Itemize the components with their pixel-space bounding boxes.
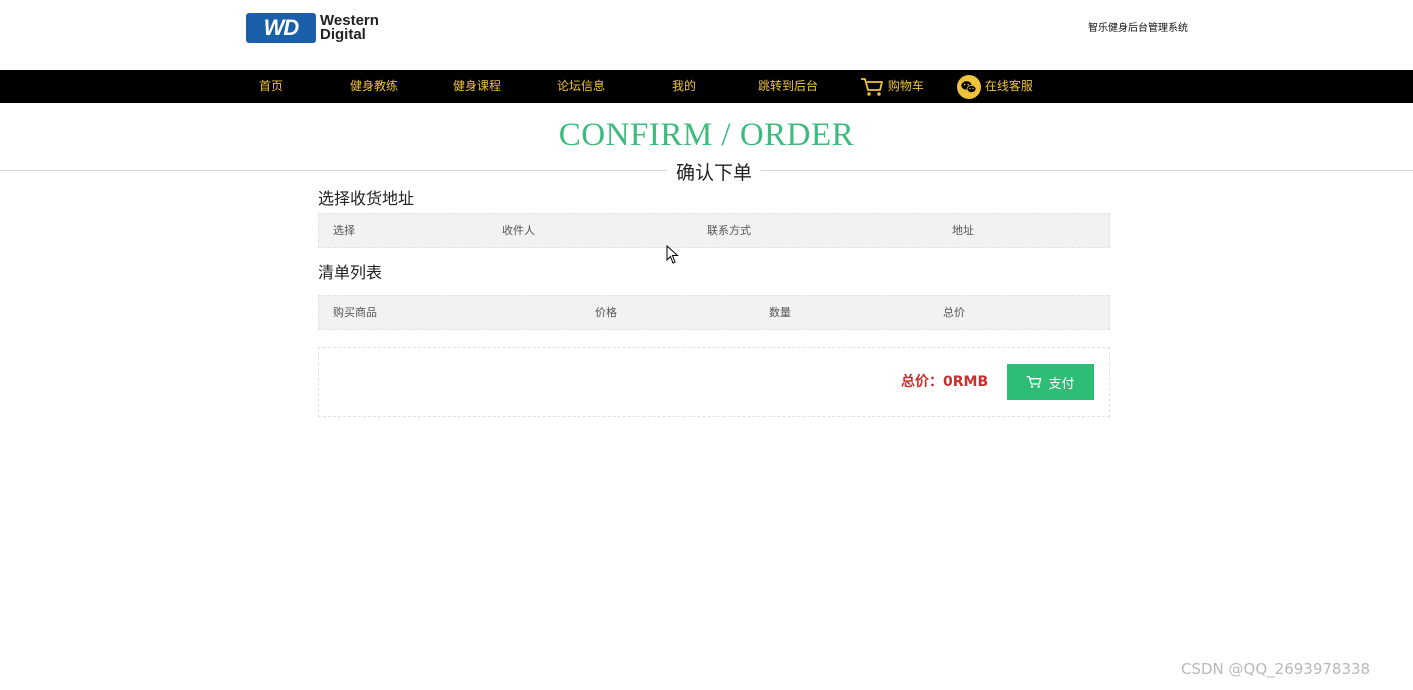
logo-line-2: Digital [320,26,366,43]
nav-mine[interactable]: 我的 [672,70,696,103]
items-col-total: 总价 [943,306,965,319]
address-section-title: 选择收货地址 [318,189,415,208]
items-table-header: 购买商品 价格 数量 总价 [318,295,1110,330]
address-col-contact: 联系方式 [707,224,751,237]
page-title: CONFIRM / ORDER [558,117,855,153]
items-col-price: 价格 [595,306,617,319]
brand-logo[interactable]: WD Western Digital [246,12,379,44]
logo-badge: WD [246,13,316,43]
items-col-quantity: 数量 [769,306,791,319]
cart-icon [861,77,883,96]
pay-button-label: 支付 [1048,376,1075,392]
nav-courses[interactable]: 健身课程 [453,70,501,103]
pay-button[interactable]: 支付 [1007,364,1094,400]
nav-online-service-label: 在线客服 [984,79,1033,93]
page-subtitle: 确认下单 [667,158,762,185]
address-col-address: 地址 [952,224,974,237]
nav-online-service[interactable]: 在线客服 [957,70,1033,103]
address-table-header: 选择 收件人 联系方式 地址 [318,213,1110,248]
mouse-cursor-icon [666,245,679,264]
system-title: 智乐健身后台管理系统 [1088,23,1188,34]
cart-icon [1027,375,1042,388]
nav-cart[interactable]: 购物车 [860,70,924,103]
order-total: 总价：0RMB [901,374,989,390]
nav-forum[interactable]: 论坛信息 [557,70,605,103]
watermark: CSDN @QQ_2693978338 [1181,660,1371,678]
top-nav: 首页 健身教练 健身课程 论坛信息 我的 跳转到后台 购物车 在线客服 [0,70,1413,103]
address-col-select: 选择 [333,224,355,237]
items-section-title: 清单列表 [318,263,383,282]
wechat-icon [957,74,981,99]
logo-text: Western Digital [320,13,379,43]
nav-coaches[interactable]: 健身教练 [350,70,398,103]
items-col-product: 购买商品 [333,306,377,319]
nav-home[interactable]: 首页 [259,70,283,103]
order-summary: 总价：0RMB 支付 [318,347,1110,417]
nav-backend[interactable]: 跳转到后台 [758,70,818,103]
nav-cart-label: 购物车 [887,79,924,93]
address-col-recipient: 收件人 [502,224,535,237]
